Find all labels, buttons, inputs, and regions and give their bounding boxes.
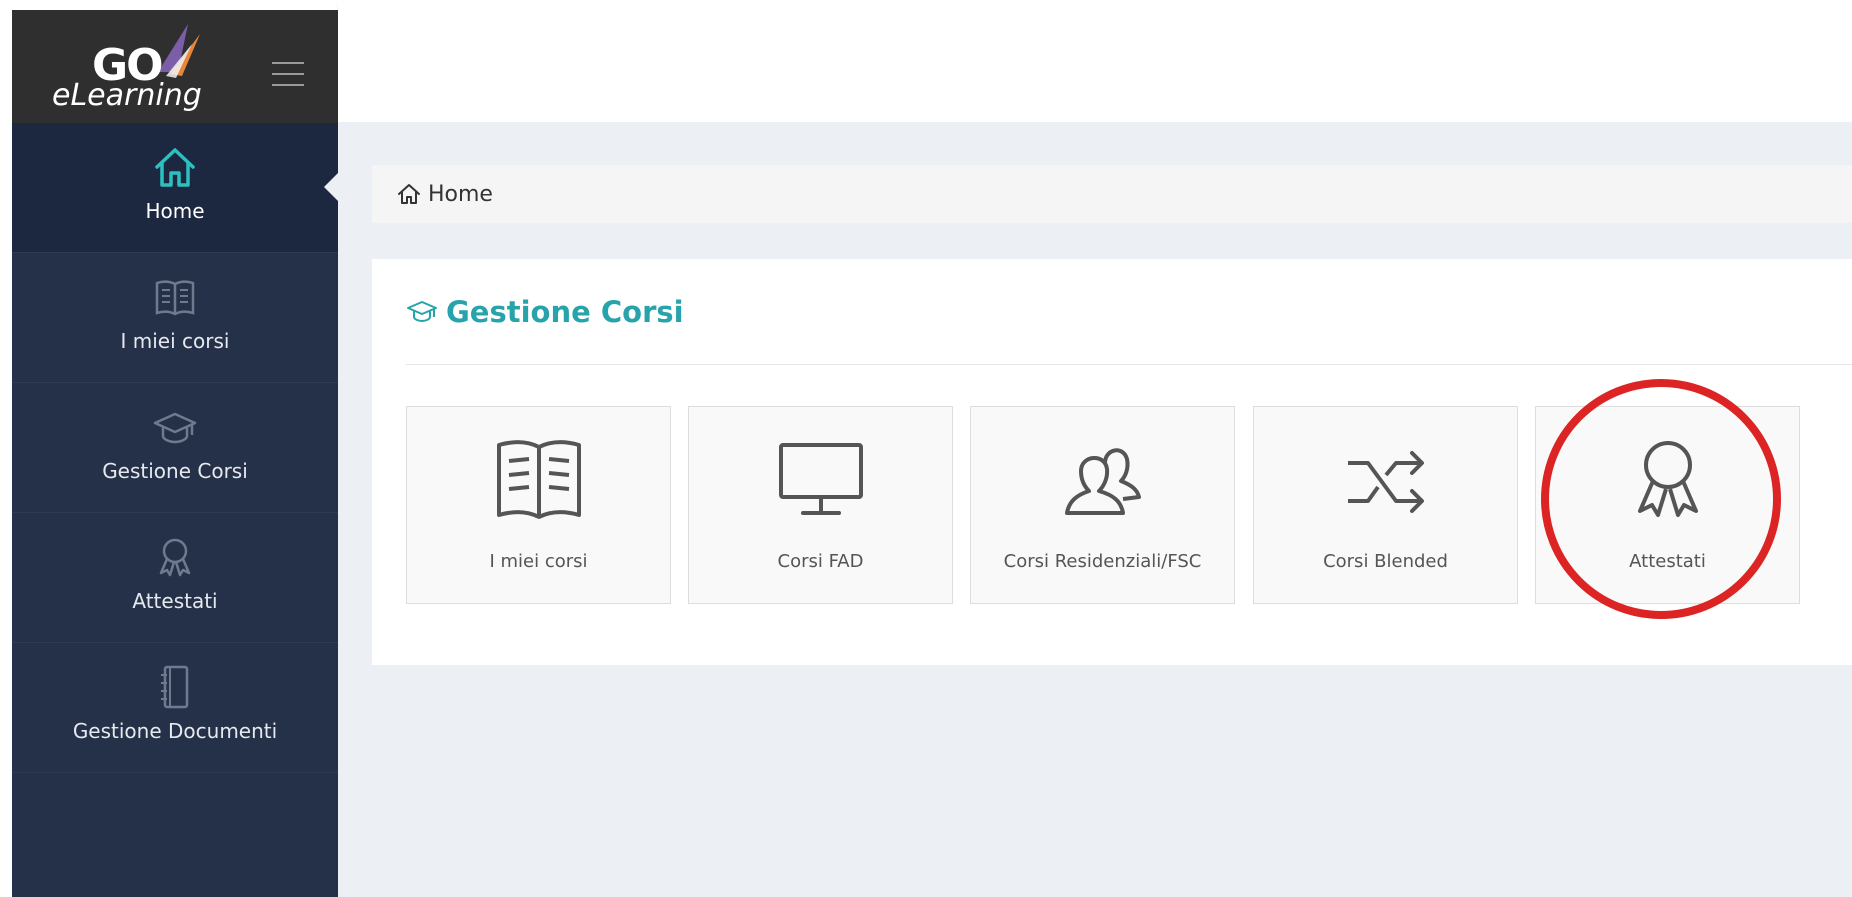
breadcrumb-home-link[interactable]: Home xyxy=(428,182,493,207)
book-icon xyxy=(155,280,195,316)
sidebar-item-gestione-documenti[interactable]: Gestione Documenti xyxy=(12,643,338,773)
tile-corsi-residenziali-fsc[interactable]: Corsi Residenziali/FSC xyxy=(970,406,1235,604)
gestione-corsi-panel: Gestione Corsi I miei corsi Corsi FAD Co… xyxy=(372,259,1852,665)
award-icon xyxy=(1637,441,1698,517)
hamburger-line xyxy=(272,62,304,64)
hamburger-menu-button[interactable] xyxy=(272,62,304,86)
sidebar-item-gestione-corsi[interactable]: Gestione Corsi xyxy=(12,383,338,513)
shuffle-icon xyxy=(1347,451,1424,513)
main-content: Home Gestione Corsi I miei corsi Corsi F… xyxy=(338,122,1852,897)
sidebar: GO eLearning Home I miei corsi Gestione … xyxy=(12,10,338,897)
users-icon xyxy=(1064,448,1141,515)
go-elearning-logo[interactable]: GO eLearning xyxy=(52,22,232,118)
left-frame xyxy=(0,0,12,897)
notebook-icon xyxy=(161,665,189,709)
tile-label: I miei corsi xyxy=(489,551,588,572)
home-icon xyxy=(398,184,420,204)
tile-label: Corsi Residenziali/FSC xyxy=(1003,551,1202,572)
breadcrumb: Home xyxy=(372,165,1852,223)
sidebar-item-i-miei-corsi[interactable]: I miei corsi xyxy=(12,253,338,383)
graduation-cap-icon xyxy=(407,301,437,323)
tile-label: Attestati xyxy=(1629,551,1706,572)
tile-i-miei-corsi[interactable]: I miei corsi xyxy=(406,406,671,604)
hamburger-line xyxy=(272,84,304,86)
panel-title-text: Gestione Corsi xyxy=(446,295,684,329)
sidebar-item-label: Home xyxy=(145,199,205,223)
home-icon xyxy=(155,148,195,187)
logo-product-text: eLearning xyxy=(52,78,202,113)
panel-title: Gestione Corsi xyxy=(406,295,684,329)
divider xyxy=(406,364,1852,365)
sidebar-item-label: Attestati xyxy=(132,589,218,613)
tile-label: Corsi Blended xyxy=(1323,551,1448,572)
graduation-cap-icon xyxy=(153,412,197,444)
sidebar-item-attestati[interactable]: Attestati xyxy=(12,513,338,643)
logo-bar: GO eLearning xyxy=(12,10,338,123)
tile-corsi-blended[interactable]: Corsi Blended xyxy=(1253,406,1518,604)
sidebar-item-label: Gestione Documenti xyxy=(72,719,278,743)
tile-attestati[interactable]: Attestati xyxy=(1535,406,1800,604)
book-icon xyxy=(496,440,581,519)
tile-label: Corsi FAD xyxy=(777,551,864,572)
award-icon xyxy=(159,538,191,577)
sidebar-item-home[interactable]: Home xyxy=(12,123,338,253)
monitor-icon xyxy=(778,443,863,515)
sidebar-item-label: I miei corsi xyxy=(120,329,230,353)
sidebar-item-label: Gestione Corsi xyxy=(102,459,248,483)
active-indicator xyxy=(324,173,338,201)
hamburger-line xyxy=(272,73,304,75)
tile-corsi-fad[interactable]: Corsi FAD xyxy=(688,406,953,604)
top-header xyxy=(338,0,1852,122)
